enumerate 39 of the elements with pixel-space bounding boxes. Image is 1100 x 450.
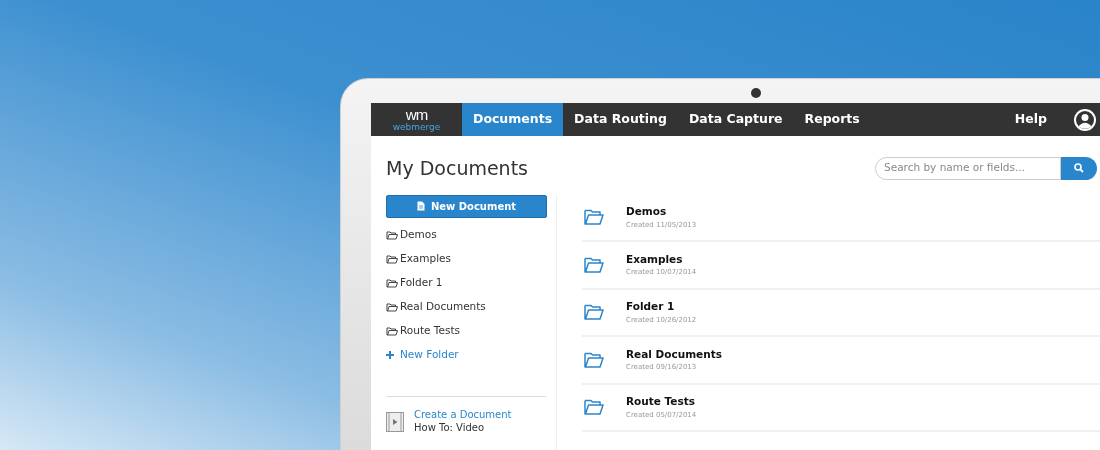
nav-tab[interactable]: Data Capture [677,103,794,136]
folder-icon [386,277,398,288]
video-caption: How To: Video [414,420,486,434]
folder-icon [584,256,604,273]
document-name: Demos [626,206,668,217]
search-button[interactable] [1061,156,1097,180]
folder-icon [386,325,398,336]
page-title: My Documents [386,156,528,181]
logo: wm webmerge [391,104,442,134]
nav-tab[interactable]: Reports [793,103,871,136]
folder-icon [584,351,604,368]
folder-icon [584,209,604,226]
document-name: Route Tests [626,396,696,407]
folder-icon [386,253,398,264]
sidebar-folder-link[interactable]: Examples [386,246,546,271]
help-link[interactable]: Help [1003,103,1058,136]
document-name: Examples [626,253,684,264]
folder-icon [386,301,398,312]
new-document-button[interactable]: New Document [386,194,547,218]
sidebar-folder-link[interactable]: Route Tests [386,318,546,343]
user-avatar-icon[interactable] [1073,107,1097,132]
nav-tab[interactable]: Data Routing [563,103,678,136]
document-name: Real Documents [626,348,722,359]
folder-icon [584,399,604,416]
search-field[interactable]: Search by name or fields... [875,156,1061,180]
search-icon [1074,163,1084,174]
video-icon [386,411,404,432]
document-icon [416,201,425,211]
plus-icon [386,350,394,359]
sidebar-folder-link[interactable]: Folder 1 [386,270,546,295]
sidebar-folder-link[interactable]: Real Documents [386,294,546,319]
sidebar-folder-link[interactable]: Demos [386,222,546,247]
nav-tab[interactable]: Documents [462,103,564,136]
document-name: Folder 1 [626,301,676,312]
video-link[interactable]: Create a Document [414,407,512,421]
folder-icon [584,304,604,321]
new-folder-link[interactable]: New Folder [386,342,546,367]
folder-icon [386,229,398,240]
camera-icon [750,88,761,98]
